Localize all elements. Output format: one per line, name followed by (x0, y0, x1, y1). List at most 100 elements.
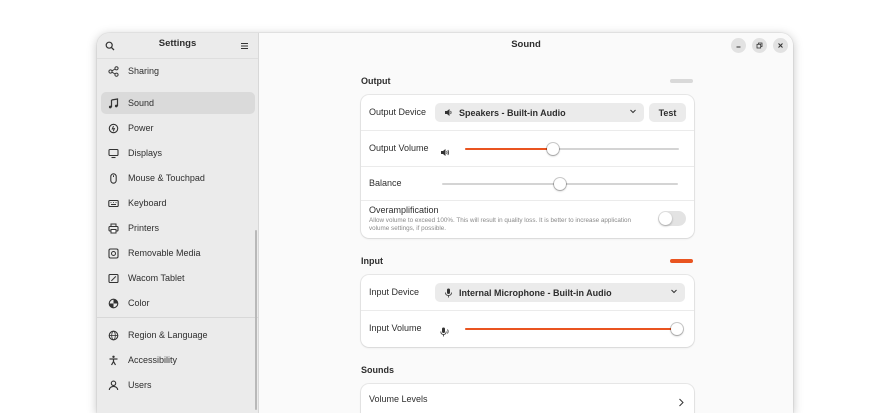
toggle-knob (659, 212, 672, 225)
overamplification-label: Overamplification (369, 205, 439, 215)
overamplification-toggle[interactable] (658, 211, 686, 226)
sidebar-item-displays[interactable]: Displays (101, 142, 255, 164)
display-icon (107, 147, 119, 159)
share-icon (107, 65, 119, 77)
slider-knob[interactable] (546, 143, 559, 155)
sidebar-item-wacom-tablet[interactable]: Wacom Tablet (101, 267, 255, 289)
input-device-label: Input Device (369, 287, 420, 297)
input-volume-slider[interactable] (465, 323, 683, 335)
balance-label: Balance (369, 178, 402, 188)
overamplification-row: Overamplification Allow volume to exceed… (361, 201, 694, 238)
sidebar-item-color[interactable]: Color (101, 292, 255, 314)
output-level-indicator (670, 79, 693, 83)
sidebar-item-label: Users (128, 380, 152, 390)
sidebar-item-sound[interactable]: Sound (101, 92, 255, 114)
sounds-card: Volume Levels (361, 384, 694, 413)
removable-media-icon (107, 247, 119, 259)
main-content: Sound Output Output Device Speakers - Bu… (259, 33, 793, 413)
balance-slider[interactable] (442, 178, 678, 190)
microphone-volume-icon (440, 324, 450, 342)
mouse-icon (107, 172, 119, 184)
overamplification-description: Allow volume to exceed 100%. This will r… (369, 217, 632, 232)
sidebar-item-label: Power (128, 123, 154, 133)
sidebar-item-accessibility[interactable]: Accessibility (101, 349, 255, 371)
keyboard-icon (107, 197, 119, 209)
main-menu-button[interactable] (235, 37, 253, 55)
sidebar-item-printers[interactable]: Printers (101, 217, 255, 239)
minimize-icon (736, 46, 741, 48)
printer-icon (107, 222, 119, 234)
sidebar-item-label: Wacom Tablet (128, 273, 185, 283)
microphone-icon (444, 288, 453, 298)
sidebar-item-label: Sound (128, 98, 155, 108)
close-icon (778, 43, 783, 48)
output-device-dropdown[interactable]: Speakers - Built-in Audio (435, 103, 644, 122)
slider-knob[interactable] (670, 323, 683, 335)
sidebar-header: Settings (97, 33, 258, 59)
sidebar-item-label: Sharing (128, 66, 160, 76)
sidebar-item-label: Mouse & Touchpad (128, 173, 205, 183)
slider-fill (465, 148, 553, 150)
input-device-row: Input Device Internal Microphone - Built… (361, 275, 694, 311)
input-volume-row: Input Volume (361, 311, 694, 347)
hamburger-menu-icon (240, 43, 248, 49)
sidebar-item-removable-media[interactable]: Removable Media (101, 242, 255, 264)
output-card: Output Device Speakers - Built-in Audio … (361, 95, 694, 238)
page-title: Sound (511, 39, 541, 50)
sidebar-item-label: Accessibility (128, 355, 178, 365)
sidebar-item-label: Removable Media (128, 248, 201, 258)
sidebar-scrollbar[interactable] (255, 230, 257, 410)
input-card: Input Device Internal Microphone - Built… (361, 275, 694, 347)
input-heading: Input (361, 256, 383, 266)
settings-window: Settings Sharing Sound Power Displays Mo… (97, 33, 793, 413)
output-device-value: Speakers - Built-in Audio (459, 107, 566, 118)
output-volume-label: Output Volume (369, 143, 429, 153)
sidebar-item-label: Keyboard (128, 198, 167, 208)
output-device-label: Output Device (369, 107, 427, 117)
chevron-right-icon (677, 394, 685, 412)
sidebar-item-sharing[interactable]: Sharing (101, 60, 255, 82)
globe-icon (107, 329, 119, 341)
sounds-heading: Sounds (361, 365, 394, 375)
sidebar-item-label: Region & Language (128, 330, 208, 340)
balance-row: Balance (361, 167, 694, 201)
sidebar-item-power[interactable]: Power (101, 117, 255, 139)
input-level-indicator (670, 259, 693, 263)
output-heading: Output (361, 76, 391, 86)
accessibility-icon (107, 354, 119, 366)
color-icon (107, 297, 119, 309)
chevron-down-icon (629, 107, 637, 115)
music-note-icon (107, 97, 119, 109)
volume-levels-row[interactable]: Volume Levels (361, 384, 694, 413)
input-device-value: Internal Microphone - Built-in Audio (459, 287, 612, 298)
test-button[interactable]: Test (649, 103, 686, 122)
chevron-down-icon (670, 287, 678, 295)
volume-levels-label: Volume Levels (369, 394, 428, 404)
speaker-volume-icon (440, 144, 450, 162)
sidebar-item-label: Color (128, 298, 150, 308)
restore-icon (756, 42, 763, 49)
sidebar-item-keyboard[interactable]: Keyboard (101, 192, 255, 214)
users-icon (107, 379, 119, 391)
restore-button[interactable] (752, 38, 767, 53)
slider-knob[interactable] (554, 178, 566, 190)
minimize-button[interactable] (731, 38, 746, 53)
sidebar: Settings Sharing Sound Power Displays Mo… (97, 33, 259, 413)
input-volume-label: Input Volume (369, 323, 422, 333)
close-button[interactable] (773, 38, 788, 53)
output-volume-slider[interactable] (465, 143, 679, 155)
sidebar-title: Settings (158, 38, 197, 49)
slider-fill (465, 328, 677, 330)
sidebar-item-label: Displays (128, 148, 163, 158)
input-device-dropdown[interactable]: Internal Microphone - Built-in Audio (435, 283, 685, 302)
tablet-icon (107, 272, 119, 284)
output-volume-row: Output Volume (361, 131, 694, 167)
speaker-icon (444, 108, 453, 117)
sidebar-separator (97, 317, 258, 318)
output-device-row: Output Device Speakers - Built-in Audio … (361, 95, 694, 131)
sidebar-item-mouse-touchpad[interactable]: Mouse & Touchpad (101, 167, 255, 189)
power-icon (107, 122, 119, 134)
sidebar-item-region-language[interactable]: Region & Language (101, 324, 255, 346)
sidebar-item-label: Printers (128, 223, 160, 233)
sidebar-item-users[interactable]: Users (101, 374, 255, 396)
